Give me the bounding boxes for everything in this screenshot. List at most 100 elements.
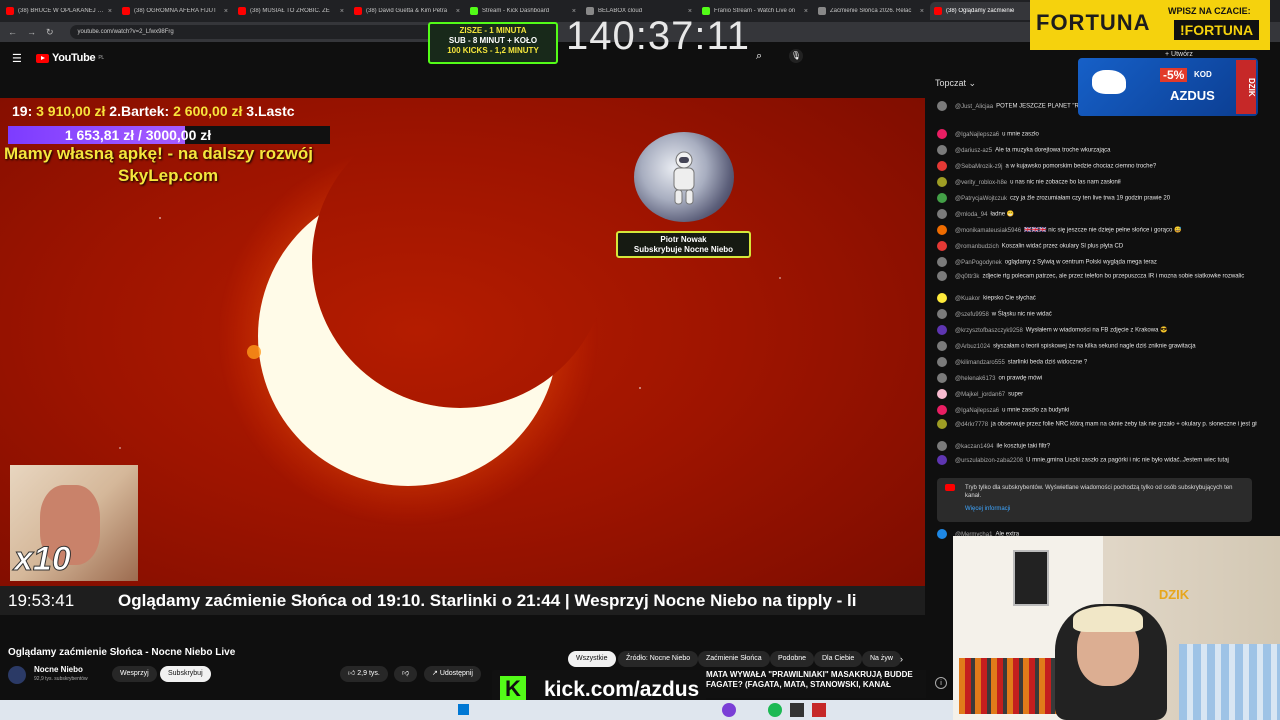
- streamer-hair: [1073, 606, 1143, 632]
- browser-tab[interactable]: (38) Oglądamy zaćmienie×: [930, 2, 1044, 20]
- thumbs-up-icon: 👍︎: [348, 670, 358, 677]
- close-icon[interactable]: ×: [108, 8, 112, 15]
- chat-author[interactable]: @helenak6173: [955, 376, 995, 382]
- reload-icon[interactable]: ↻: [46, 27, 54, 38]
- back-icon[interactable]: ←: [8, 27, 17, 37]
- chat-text: u mnie zaszło: [1002, 131, 1039, 138]
- chat-author[interactable]: @Kuakor: [955, 296, 980, 302]
- dzik-logo: DZIK: [1158, 587, 1190, 602]
- filter-chip[interactable]: Dla Ciebie: [814, 651, 863, 667]
- subscriber-count: 92,9 tys. subskrybentów: [34, 676, 88, 682]
- chat-message: @SebaMrozik-z9j a w kujawsko pomorskim be…: [937, 161, 1257, 171]
- support-button[interactable]: Wesprzyj: [112, 666, 157, 682]
- subscriber-alert: Piotr Nowak Subskrybuje Nocne Niebo: [616, 231, 751, 258]
- chat-author[interactable]: @PatrycjaWojtczuk: [955, 196, 1007, 202]
- avatar: [937, 257, 947, 267]
- subscribe-button[interactable]: Subskrybuj: [160, 666, 211, 682]
- dzik-promo-banner: -5% KOD AZDUS DZIK: [1078, 58, 1258, 116]
- chat-mode-selector[interactable]: Topczat ⌄: [935, 78, 976, 89]
- multiplier-badge: x10: [14, 540, 72, 579]
- filter-chip[interactable]: Zaćmienie Słońca: [698, 651, 770, 667]
- chat-author[interactable]: @Majkel_jordan67: [955, 392, 1005, 398]
- channel-avatar[interactable]: [8, 666, 26, 684]
- filter-chip[interactable]: Podobne: [770, 651, 815, 667]
- app-icon[interactable]: [812, 703, 826, 717]
- subscriber-only-notice: Tryb tylko dla subskrybentów. Wyświetlan…: [937, 478, 1252, 522]
- chat-author[interactable]: @d4rkr7778: [955, 422, 988, 428]
- close-icon[interactable]: ×: [224, 8, 228, 15]
- ticker-text: Oglądamy zaćmienie Słońca od 19:10. Star…: [118, 590, 857, 610]
- chat-text: on prawdę mówi: [998, 375, 1043, 382]
- close-icon[interactable]: ×: [456, 8, 460, 15]
- chat-author[interactable]: @mlodа_94: [955, 212, 987, 218]
- close-icon[interactable]: ×: [920, 8, 924, 15]
- channel-name[interactable]: Nocne Niebo: [34, 665, 83, 674]
- spotify-icon[interactable]: [768, 703, 782, 717]
- browser-tab[interactable]: (38) OGROMNA AFERA FIJUT ×: [118, 2, 232, 20]
- youtube-logo[interactable]: YouTube PL: [36, 52, 104, 64]
- chat-author[interactable]: @urszulabizon-zaba2208: [955, 458, 1023, 464]
- chevron-right-icon[interactable]: ›: [900, 654, 903, 664]
- chat-author[interactable]: @krzysztofbaszczyk9258: [955, 328, 1023, 334]
- news-ticker: 19:53:41 Oglądamy zaćmienie Słońca od 19…: [0, 586, 925, 615]
- close-icon[interactable]: ×: [804, 8, 808, 15]
- water-bottles: [1179, 644, 1280, 720]
- info-icon[interactable]: i: [935, 677, 947, 689]
- windows-start-icon[interactable]: [458, 704, 469, 715]
- chat-author[interactable]: @IgaNajlepsza6: [955, 132, 999, 138]
- chat-text: super: [1008, 391, 1024, 398]
- chat-author[interactable]: @szefu9958: [955, 312, 989, 318]
- avatar: [937, 193, 947, 203]
- chat-text: U mnie,gmina Liszki zaszło za pagórki i …: [1026, 457, 1229, 464]
- chat-author[interactable]: @SebaMrozik-z9j: [955, 164, 1002, 170]
- chat-author[interactable]: @monikamateusiak5946: [955, 228, 1021, 234]
- chat-text: ja obserwuje przez folie NRC którą mam n…: [991, 421, 1257, 428]
- thumbs-down-icon: 👎︎: [402, 670, 410, 677]
- chat-author[interactable]: @romanbudzich: [955, 244, 999, 250]
- app-icon[interactable]: [790, 703, 804, 717]
- subathon-rules-box: ZISZE - 1 MINUTA SUB - 8 MINUT + KOŁO 10…: [428, 22, 558, 64]
- chat-message: @PatrycjaWojtczuk czy ja źle zrozumiałam …: [937, 193, 1257, 203]
- chat-author[interactable]: @Just_Alicjaa: [955, 104, 993, 110]
- avatar: [937, 271, 947, 281]
- filter-chip[interactable]: Źródło: Nocne Niebo: [618, 651, 699, 667]
- search-icon[interactable]: ⌕: [756, 50, 762, 63]
- avatar: [937, 101, 947, 111]
- chat-author[interactable]: @dariusz-az5: [955, 148, 992, 154]
- chat-message: @helenak6173 on prawdę mówi: [937, 373, 1257, 383]
- more-info-link[interactable]: Więcej informacji: [965, 505, 1246, 513]
- browser-tab[interactable]: (38) David Guetta & Kim Petra ×: [350, 2, 464, 20]
- chat-author[interactable]: @q0ttr3k: [955, 274, 979, 280]
- menu-icon[interactable]: ☰: [12, 52, 22, 65]
- like-button[interactable]: 👍︎ 2,9 tys.: [340, 666, 388, 682]
- donor-leaderboard: 19: 3 910,00 zł 2.Bartek: 2 600,00 zł 3.…: [12, 103, 295, 119]
- chat-author[interactable]: @verity_roblox-h8e: [955, 180, 1007, 186]
- astronaut-icon: [673, 151, 695, 205]
- browser-tab[interactable]: Stream - Kick Dashboard ×: [466, 2, 580, 20]
- browser-tab[interactable]: Zaćmienie Słońca 2026. Relac ×: [814, 2, 928, 20]
- browser-tab[interactable]: (38) BRUCE W OPLAKANEJ SYT ×: [2, 2, 116, 20]
- chat-author[interactable]: @kaczan1494: [955, 444, 993, 450]
- dislike-button[interactable]: 👎︎: [394, 666, 418, 682]
- filter-chip[interactable]: Na żyw: [862, 651, 901, 667]
- avatar: [937, 529, 947, 539]
- filter-chip[interactable]: Wszystkie: [568, 651, 616, 667]
- browser-tab[interactable]: (38) MUSIAŁ TO ZROBIĆ. ZE ×: [234, 2, 348, 20]
- chevron-down-icon: ⌄: [968, 78, 977, 88]
- app-icon[interactable]: [722, 703, 736, 717]
- chat-author[interactable]: @Arbuz1024: [955, 344, 990, 350]
- chat-author[interactable]: @IgaNajlepsza6: [955, 408, 999, 414]
- avatar: [937, 209, 947, 219]
- microphone-icon[interactable]: 🎙: [789, 49, 803, 63]
- avatar: [937, 129, 947, 139]
- chat-message: @urszulabizon-zaba2208 U mnie,gmina Liszk…: [937, 455, 1257, 465]
- url-field[interactable]: youtube.com/watch?v=2_Lfwx98Frg: [69, 25, 470, 39]
- chat-message: @IgaNajlepsza6 u mnie zaszło za budynki: [937, 405, 1257, 415]
- forward-icon[interactable]: →: [27, 27, 36, 37]
- chat-author[interactable]: @kilimandzaro555: [955, 360, 1005, 366]
- create-button[interactable]: + Utwórz: [1165, 51, 1193, 58]
- share-button[interactable]: ↗ Udostępnij: [424, 666, 481, 682]
- share-icon: ↗: [432, 670, 440, 677]
- chat-author[interactable]: @PanPogodynek: [955, 260, 1002, 266]
- close-icon[interactable]: ×: [340, 8, 344, 15]
